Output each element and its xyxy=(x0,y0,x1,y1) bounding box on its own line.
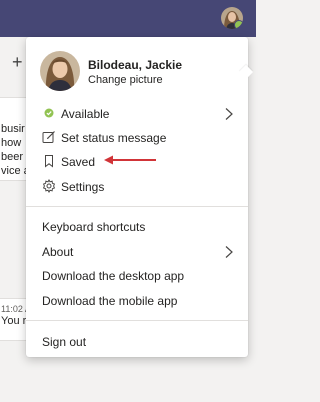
menu-item-label: About xyxy=(42,245,74,259)
menu-divider xyxy=(26,320,248,321)
chevron-right-icon xyxy=(225,246,233,258)
menu-divider xyxy=(26,206,248,207)
menu-item-label: Sign out xyxy=(42,335,87,349)
profile-menu: Bilodeau, Jackie Change picture Availabl… xyxy=(26,37,254,357)
menu-item-sign-out[interactable]: Sign out xyxy=(26,331,248,353)
profile-picture[interactable] xyxy=(40,51,80,91)
app-header xyxy=(0,0,256,37)
annotation-arrow-icon xyxy=(104,155,156,165)
change-picture-link[interactable]: Change picture xyxy=(88,74,163,86)
menu-caret xyxy=(238,64,254,80)
user-avatar-button[interactable] xyxy=(221,7,243,29)
available-status-dot xyxy=(234,20,243,29)
menu-item-set-status-message[interactable]: Set status message xyxy=(26,127,248,149)
menu-item-download-desktop-app[interactable]: Download the desktop app xyxy=(26,265,248,287)
edit-icon xyxy=(42,131,55,143)
menu-item-label: Download the desktop app xyxy=(42,269,185,283)
new-item-plus-icon[interactable]: + xyxy=(12,52,23,73)
profile-name: Bilodeau, Jackie xyxy=(88,58,183,72)
bookmark-icon xyxy=(45,155,53,168)
menu-item-label: Keyboard shortcuts xyxy=(42,220,146,234)
menu-item-label: Settings xyxy=(61,180,105,194)
menu-item-about[interactable]: About xyxy=(26,241,248,263)
profile-photo xyxy=(40,51,80,91)
menu-item-download-mobile-app[interactable]: Download the mobile app xyxy=(26,290,248,312)
menu-item-label: Set status message xyxy=(61,131,167,145)
menu-item-label: Download the mobile app xyxy=(42,294,178,308)
gear-icon xyxy=(42,179,56,193)
chevron-right-icon xyxy=(225,108,233,120)
menu-item-settings[interactable]: Settings xyxy=(26,176,248,198)
menu-item-keyboard-shortcuts[interactable]: Keyboard shortcuts xyxy=(26,216,248,238)
menu-item-label: Available xyxy=(61,107,110,121)
menu-item-label: Saved xyxy=(61,155,96,169)
menu-item-status[interactable]: Available xyxy=(26,103,248,125)
profile-header: Bilodeau, Jackie Change picture xyxy=(40,51,240,95)
available-status-icon xyxy=(44,108,54,118)
